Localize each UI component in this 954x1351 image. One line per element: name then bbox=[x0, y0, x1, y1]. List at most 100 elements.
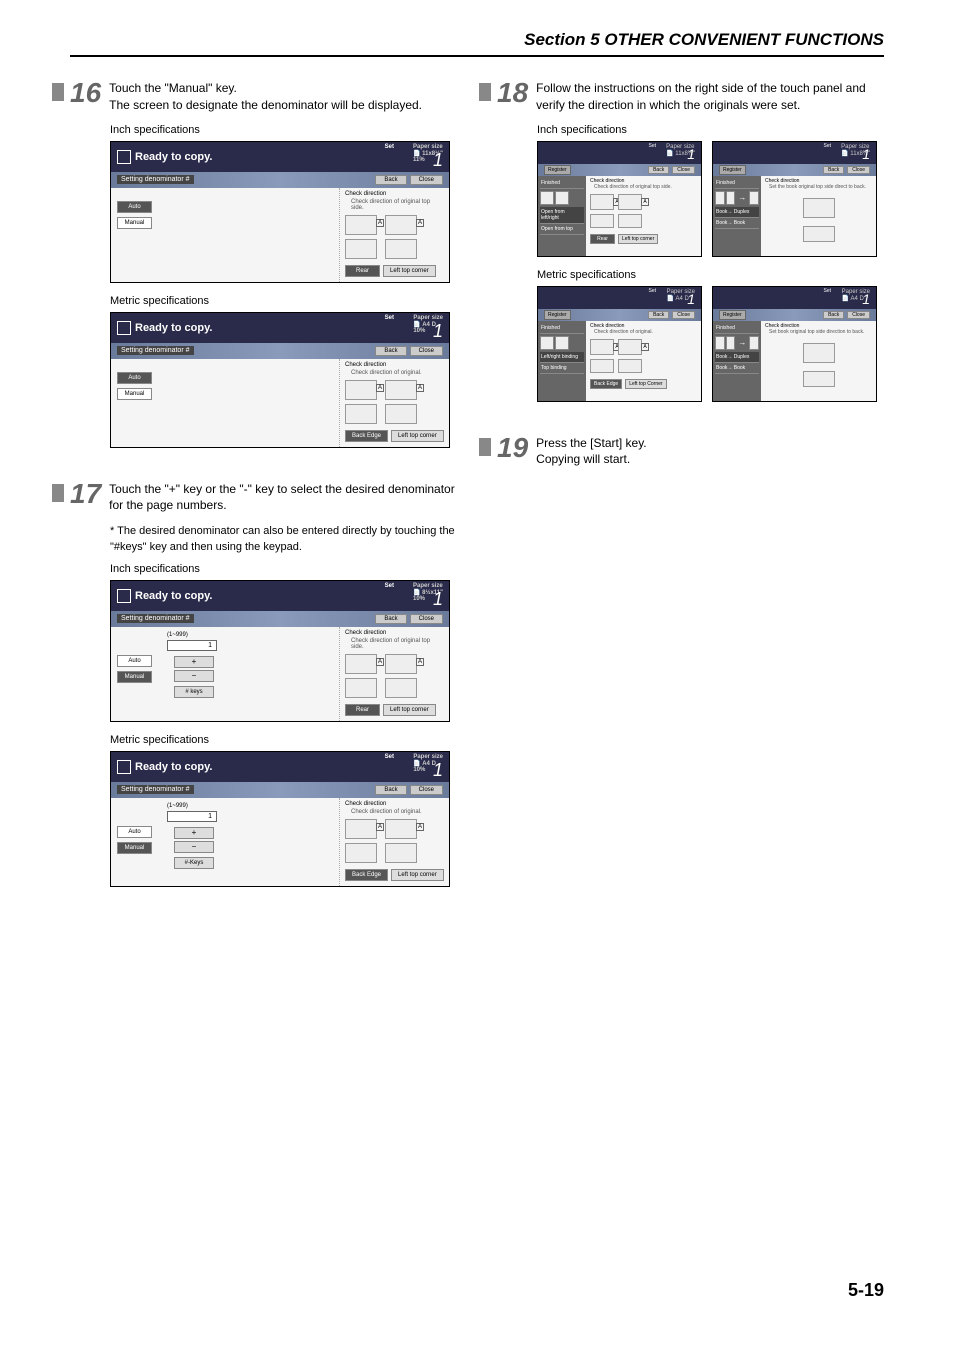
plus-button[interactable]: + bbox=[174, 827, 214, 839]
rear-button[interactable]: Rear bbox=[345, 704, 380, 716]
plus-button[interactable]: + bbox=[174, 656, 214, 668]
denominator-input[interactable]: 1 bbox=[167, 811, 217, 822]
direction-icon-a[interactable]: A bbox=[345, 215, 377, 235]
open-from-lr[interactable]: Open from left/right bbox=[540, 207, 584, 224]
minus-button[interactable]: − bbox=[174, 841, 214, 853]
back-edge-button[interactable]: Back Edge bbox=[345, 430, 388, 442]
book-book[interactable]: Book→ Book bbox=[715, 218, 759, 229]
book-duplex[interactable]: Book→ Duplex bbox=[715, 207, 759, 218]
book-book[interactable]: Book→ Book bbox=[715, 363, 759, 374]
direction-icon-3[interactable] bbox=[345, 678, 377, 698]
left-top-button[interactable]: Left top corner bbox=[383, 704, 436, 716]
manual-button[interactable]: Manual bbox=[117, 388, 152, 400]
step18-line1: Follow the instructions on the right sid… bbox=[536, 81, 866, 112]
back-button[interactable]: Back bbox=[648, 166, 669, 174]
rear-button[interactable]: Rear bbox=[345, 265, 380, 277]
set-label: Set bbox=[823, 143, 831, 149]
back-button[interactable]: Back bbox=[375, 785, 406, 795]
direction-icon-a[interactable]: A bbox=[345, 654, 377, 674]
back-button[interactable]: Back bbox=[375, 175, 406, 185]
denominator-input[interactable]: 1 bbox=[167, 640, 217, 651]
book-duplex[interactable]: Book→ Duplex bbox=[715, 352, 759, 363]
close-button[interactable]: Close bbox=[410, 785, 443, 795]
left-top-button[interactable]: Left top corner bbox=[391, 430, 444, 442]
pct: 11% bbox=[413, 157, 425, 163]
back-button[interactable]: Back bbox=[375, 346, 406, 356]
step16-line2: The screen to designate the denominator … bbox=[109, 98, 422, 112]
screen-18-inch-right: Paper size📄 11x8½" Set 1 Register Back C… bbox=[712, 141, 877, 257]
close-button[interactable]: Close bbox=[672, 311, 695, 319]
ready-title: Ready to copy. bbox=[135, 322, 212, 334]
left-top-button[interactable]: Left top corner bbox=[618, 234, 658, 244]
metric-label: Metric specifications bbox=[110, 295, 457, 307]
direction-icon-3[interactable] bbox=[345, 404, 377, 424]
top-binding[interactable]: Top binding bbox=[540, 363, 584, 374]
back-button[interactable]: Back bbox=[375, 614, 406, 624]
pct: 10% bbox=[413, 596, 425, 602]
direction-icon-3[interactable] bbox=[590, 214, 614, 228]
close-button[interactable]: Close bbox=[410, 346, 443, 356]
back-button[interactable]: Back bbox=[823, 166, 844, 174]
direction-icon-a2[interactable]: A bbox=[385, 380, 417, 400]
manual-button[interactable]: Manual bbox=[117, 671, 152, 683]
direction-icon-3[interactable] bbox=[345, 843, 377, 863]
close-button[interactable]: Close bbox=[847, 166, 870, 174]
close-button[interactable]: Close bbox=[410, 614, 443, 624]
back-edge-button[interactable]: Back Edge bbox=[345, 869, 388, 881]
auto-button[interactable]: Auto bbox=[117, 201, 152, 213]
direction-icon-a[interactable]: A bbox=[590, 339, 614, 355]
minus-button[interactable]: − bbox=[174, 670, 214, 682]
count-one: 1 bbox=[433, 760, 443, 781]
manual-button[interactable]: Manual bbox=[117, 842, 152, 854]
left-top-button[interactable]: Left top Corner bbox=[625, 379, 666, 389]
lr-binding[interactable]: Left/right binding bbox=[540, 352, 584, 363]
book-direction-icon bbox=[803, 343, 835, 363]
back-edge-button[interactable]: Back Edge bbox=[590, 379, 622, 389]
direction-icon-3[interactable] bbox=[590, 359, 614, 373]
back-button[interactable]: Back bbox=[648, 311, 669, 319]
left-top-button[interactable]: Left top corner bbox=[391, 869, 444, 881]
close-button[interactable]: Close bbox=[410, 175, 443, 185]
direction-icon-a2[interactable]: A bbox=[385, 819, 417, 839]
direction-icon-a2[interactable]: A bbox=[618, 194, 642, 210]
direction-icon-3[interactable] bbox=[345, 239, 377, 259]
auto-button[interactable]: Auto bbox=[117, 826, 152, 838]
open-from-top[interactable]: Open from top bbox=[540, 224, 584, 235]
mini-icon bbox=[555, 336, 569, 350]
step17-footnote: * The desired denominator can also be en… bbox=[110, 524, 457, 555]
direction-icon-4[interactable] bbox=[618, 214, 642, 228]
direction-icon-4[interactable] bbox=[385, 239, 417, 259]
check-direction: Check direction bbox=[345, 191, 444, 197]
hash-keys-button[interactable]: # keys bbox=[174, 686, 214, 698]
mini-icon bbox=[555, 191, 569, 205]
register-button[interactable]: Register bbox=[719, 165, 746, 175]
auto-button[interactable]: Auto bbox=[117, 372, 152, 384]
inch-label: Inch specifications bbox=[110, 124, 457, 136]
direction-icon-a2[interactable]: A bbox=[618, 339, 642, 355]
register-button[interactable]: Register bbox=[544, 310, 571, 320]
direction-icon-4[interactable] bbox=[385, 678, 417, 698]
finished-label: Finished bbox=[715, 178, 759, 189]
auto-button[interactable]: Auto bbox=[117, 655, 152, 667]
direction-icon-a[interactable]: A bbox=[345, 380, 377, 400]
register-button[interactable]: Register bbox=[719, 310, 746, 320]
rear-button[interactable]: Rear bbox=[590, 234, 615, 244]
direction-icon-4[interactable] bbox=[385, 404, 417, 424]
direction-icon-a[interactable]: A bbox=[345, 819, 377, 839]
direction-icon-4[interactable] bbox=[618, 359, 642, 373]
direction-icon-a2[interactable]: A bbox=[385, 654, 417, 674]
pct: 10% bbox=[413, 767, 425, 773]
register-button[interactable]: Register bbox=[544, 165, 571, 175]
back-button[interactable]: Back bbox=[823, 311, 844, 319]
close-button[interactable]: Close bbox=[847, 311, 870, 319]
direction-icon-4[interactable] bbox=[385, 843, 417, 863]
check-direction: Check direction bbox=[345, 801, 444, 807]
left-column: 16 Touch the "Manual" key. The screen to… bbox=[70, 77, 457, 899]
close-button[interactable]: Close bbox=[672, 166, 695, 174]
manual-button[interactable]: Manual bbox=[117, 217, 152, 229]
direction-icon-a2[interactable]: A bbox=[385, 215, 417, 235]
finished-label: Finished bbox=[715, 323, 759, 334]
direction-icon-a[interactable]: A bbox=[590, 194, 614, 210]
left-top-button[interactable]: Left top corner bbox=[383, 265, 436, 277]
hash-keys-button[interactable]: #-Keys bbox=[174, 857, 214, 869]
